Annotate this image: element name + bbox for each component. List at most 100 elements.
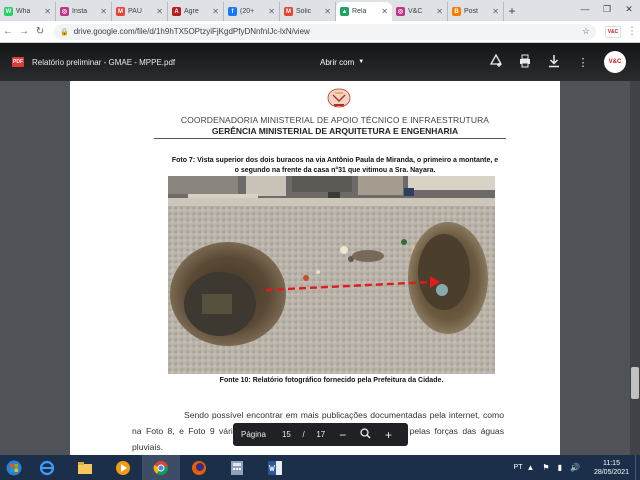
- close-window-button[interactable]: ✕: [618, 0, 640, 19]
- clock[interactable]: 11:15 28/05/2021: [594, 459, 629, 477]
- browser-tab[interactable]: M PAU ✕: [112, 2, 168, 21]
- browser-tab[interactable]: M Solic ✕: [280, 2, 336, 21]
- tab-title: Solic: [296, 8, 312, 15]
- tab-strip: W Wha ✕ ◎ Insta ✕ M PAU ✕ A Agre ✕ f (20+ ✕ M Solic ✕ ▲ Rel…: [0, 0, 640, 21]
- header-management: GERÊNCIA MINISTERIAL DE ARQUITETURA E EN…: [211, 126, 459, 136]
- header-divider: [154, 138, 506, 139]
- back-button[interactable]: ←: [0, 26, 16, 37]
- agreste-icon: A: [172, 7, 181, 16]
- current-page-input[interactable]: 15: [276, 430, 297, 439]
- browser-tab[interactable]: f (20+ ✕: [224, 2, 280, 21]
- language-indicator[interactable]: PT: [514, 464, 523, 471]
- tab-title: Insta: [72, 8, 88, 15]
- total-pages: 17: [316, 430, 326, 439]
- photo-source: Fonte 10: Relatório fotográfico fornecid…: [219, 377, 444, 384]
- browser-tab[interactable]: B Post ✕: [448, 2, 504, 21]
- print-icon[interactable]: [517, 54, 533, 71]
- windows-taskbar: PT ▲ ⚑ ▮ 🔊 11:15 28/05/2021: [0, 455, 640, 480]
- tab-title: Agre: [184, 8, 199, 15]
- page-label: Página: [241, 430, 266, 439]
- profile-avatar: V&C: [605, 25, 621, 38]
- browser-tab[interactable]: ◎ V&C ✕: [392, 2, 448, 21]
- start-button[interactable]: [0, 455, 28, 480]
- clock-date: 28/05/2021: [593, 468, 629, 476]
- show-desktop-button[interactable]: [635, 455, 640, 480]
- aerial-photo: [168, 176, 495, 374]
- taskbar-chrome-icon[interactable]: [142, 455, 180, 480]
- page-separator: /: [302, 430, 305, 439]
- browser-menu-icon[interactable]: ⋮: [624, 26, 640, 37]
- reload-button[interactable]: ↻: [32, 26, 48, 37]
- close-tab-icon[interactable]: ✕: [212, 7, 219, 16]
- header-coordination: COORDENADORIA MINISTERIAL DE APOIO TÉCNI…: [180, 115, 490, 125]
- photo-caption: Foto 7: Vista superior dos dois buracos …: [171, 157, 499, 174]
- browser-tab[interactable]: ▲ Rela ✕: [336, 2, 392, 21]
- url-text: drive.google.com/file/d/1h9hTX5OPtzyiFjK…: [73, 27, 310, 36]
- screen: W Wha ✕ ◎ Insta ✕ M PAU ✕ A Agre ✕ f (20+ ✕ M Solic ✕ ▲ Rel…: [0, 0, 640, 480]
- tab-title: (20+: [240, 8, 255, 15]
- open-with-button[interactable]: Abrir com ▼: [320, 58, 364, 67]
- close-tab-icon[interactable]: ✕: [100, 7, 107, 16]
- tab-title: V&C: [408, 8, 423, 15]
- profile-button[interactable]: V&C: [602, 25, 624, 39]
- scrollbar-thumb[interactable]: [631, 367, 639, 399]
- lock-icon: 🔒: [60, 28, 69, 36]
- gmail-icon: M: [116, 7, 125, 16]
- taskbar-explorer-icon[interactable]: [66, 455, 104, 480]
- taskbar-media-player-icon[interactable]: [104, 455, 142, 480]
- new-tab-button[interactable]: +: [504, 2, 520, 21]
- institution-seal-icon: [327, 88, 351, 108]
- forward-button[interactable]: →: [16, 26, 32, 37]
- volume-icon[interactable]: 🔊: [570, 463, 580, 472]
- close-tab-icon[interactable]: ✕: [492, 7, 499, 16]
- facebook-icon: f: [228, 7, 237, 16]
- window-controls: — ❐ ✕: [574, 0, 640, 19]
- minimize-button[interactable]: —: [574, 0, 596, 19]
- blogger-icon: B: [452, 7, 461, 16]
- more-options-icon[interactable]: ⋮: [575, 56, 591, 69]
- bookmark-star-icon[interactable]: ☆: [582, 26, 590, 37]
- taskbar-calculator-icon[interactable]: [218, 455, 256, 480]
- account-avatar[interactable]: V&C: [604, 51, 626, 73]
- document-viewport[interactable]: COORDENADORIA MINISTERIAL DE APOIO TÉCNI…: [0, 81, 640, 455]
- address-bar: ← → ↻ 🔒 drive.google.com/file/d/1h9hTX5O…: [0, 21, 640, 43]
- download-icon[interactable]: [546, 54, 562, 71]
- tray-expand-icon[interactable]: ▲: [526, 463, 534, 472]
- tab-title: Wha: [16, 8, 31, 15]
- viewer-actions: ⋮ V&C: [488, 43, 626, 81]
- taskbar-word-icon[interactable]: [256, 455, 294, 480]
- file-name: Relatório preliminar - GMAE - MPPE.pdf: [32, 57, 176, 67]
- pdf-page: COORDENADORIA MINISTERIAL DE APOIO TÉCNI…: [70, 81, 560, 455]
- taskbar-firefox-icon[interactable]: [180, 455, 218, 480]
- add-to-drive-icon[interactable]: [488, 53, 504, 71]
- close-tab-icon[interactable]: ✕: [436, 7, 443, 16]
- zoom-out-button[interactable]: −: [331, 428, 354, 442]
- tab-title: Rela: [352, 8, 367, 15]
- instagram-icon: ◎: [396, 7, 405, 16]
- scrollbar[interactable]: [630, 81, 640, 455]
- windows-logo-icon: [6, 460, 22, 475]
- close-tab-icon[interactable]: ✕: [324, 7, 331, 16]
- taskbar-ie-icon[interactable]: [28, 455, 66, 480]
- browser-tab[interactable]: A Agre ✕: [168, 2, 224, 21]
- pdf-file-icon: PDF: [12, 57, 24, 67]
- close-tab-icon[interactable]: ✕: [44, 7, 51, 16]
- drive-viewer-toolbar: PDF Relatório preliminar - GMAE - MPPE.p…: [0, 43, 640, 81]
- open-with-label: Abrir com: [320, 57, 355, 67]
- clock-time: 11:15: [602, 459, 620, 467]
- close-tab-icon[interactable]: ✕: [268, 7, 275, 16]
- close-tab-icon[interactable]: ✕: [381, 7, 388, 16]
- maximize-button[interactable]: ❐: [596, 0, 618, 19]
- browser-tab[interactable]: ◎ Insta ✕: [56, 2, 112, 21]
- omnibox[interactable]: 🔒 drive.google.com/file/d/1h9hTX5OPtzyiF…: [54, 23, 596, 40]
- flag-icon[interactable]: ⚑: [542, 463, 549, 472]
- system-tray: PT ▲ ⚑ ▮ 🔊 11:15 28/05/2021: [514, 455, 640, 480]
- network-icon[interactable]: ▮: [558, 463, 562, 472]
- close-tab-icon[interactable]: ✕: [156, 7, 163, 16]
- browser-tab[interactable]: W Wha ✕: [0, 2, 56, 21]
- zoom-in-button[interactable]: +: [377, 428, 400, 442]
- page-controls: Página 15 / 17 − +: [233, 423, 408, 446]
- google-drive-icon: ▲: [340, 7, 349, 16]
- zoom-icon[interactable]: [354, 427, 377, 442]
- tab-title: Post: [464, 8, 479, 15]
